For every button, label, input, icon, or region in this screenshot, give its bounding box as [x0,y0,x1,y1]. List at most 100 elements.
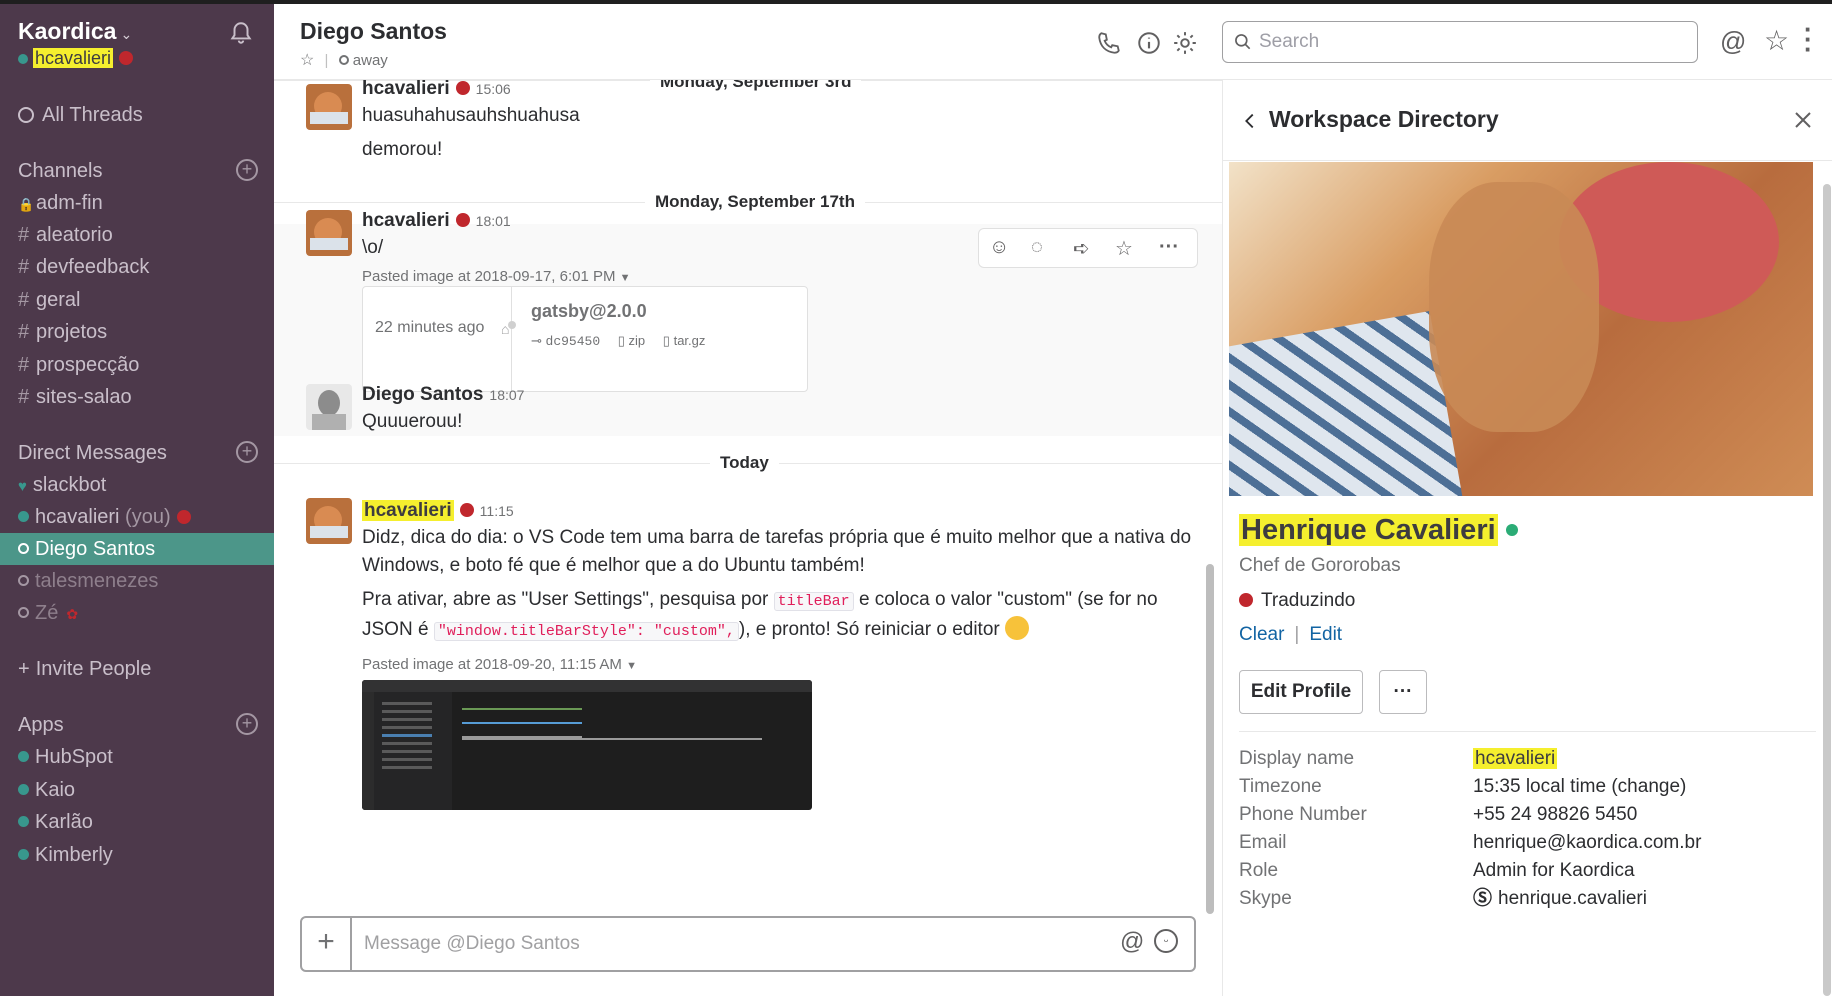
status-emoji-icon [455,81,470,95]
mention-icon[interactable]: @ [1120,928,1144,956]
back-chevron-icon[interactable] [1239,110,1261,132]
search-box[interactable] [1222,21,1698,63]
file-icon: ▯ [662,333,670,348]
hash-icon: # [18,386,30,408]
sidebar-item-diego-santos[interactable]: Diego Santos [18,534,155,564]
sidebar-item-geral[interactable]: # geral [18,285,80,315]
pasted-image-thumbnail[interactable] [362,680,812,810]
add-app-icon[interactable]: + [236,713,258,735]
message-author[interactable]: hcavalieri 15:06 [362,80,511,100]
sidebar-item-hcavalieri[interactable]: hcavalieri (you) [18,502,191,532]
sidebar-item-devfeedback[interactable]: # devfeedback [18,252,149,282]
all-threads[interactable]: All Threads [18,100,143,130]
apps-header[interactable]: Apps [18,710,64,740]
current-user[interactable]: hcavalieri [18,48,134,69]
message-input[interactable] [364,930,1064,958]
search-input[interactable] [1259,28,1679,56]
status-links: Clear | Edit [1239,624,1343,645]
channel-title[interactable]: Diego Santos [300,18,447,45]
release-card[interactable]: 22 minutes ago ⌂ gatsby@2.0.0 ⊸ dc95450 … [362,286,808,392]
card-title[interactable]: gatsby@2.0.0 [531,301,647,322]
more-actions-button[interactable]: ··· [1379,670,1427,714]
sidebar-item-projetos[interactable]: # projetos [18,317,107,347]
avatar[interactable] [306,210,352,256]
sidebar-item-kimberly[interactable]: Kimberly [18,840,113,870]
hash-icon: # [18,256,30,278]
sidebar-item-ze[interactable]: Zé ✿ [18,598,78,628]
phone-icon[interactable] [1096,30,1122,56]
app-label: Kimberly [35,844,113,866]
avatar[interactable] [306,84,352,130]
clear-status-link[interactable]: Clear [1239,624,1284,645]
chevron-down-icon: ⌄ [120,26,133,42]
more-icon[interactable]: ··· [1159,236,1183,260]
sidebar-item-kaio[interactable]: Kaio [18,775,75,805]
edit-status-link[interactable]: Edit [1309,624,1342,645]
message-text: huasuhahusauhshuahusa [362,105,580,126]
message-author[interactable]: hcavalieri 11:15 [362,500,514,522]
sidebar-item-slackbot[interactable]: ♥ slackbot [18,470,106,500]
sidebar-item-karlao[interactable]: Karlão [18,807,93,837]
channels-header[interactable]: Channels [18,156,103,186]
message-author[interactable]: Diego Santos 18:07 [362,384,524,406]
sidebar-item-prospeccao[interactable]: # prospecção [18,350,139,380]
pasted-image-label[interactable]: Pasted image at 2018-09-20, 11:15 AM ▼ [362,656,637,673]
sidebar-item-talesmenezes[interactable]: talesmenezes [18,566,158,596]
info-icon[interactable] [1136,30,1162,56]
star-icon[interactable]: ☆ [1115,236,1139,260]
sidebar-item-hubspot[interactable]: HubSpot [18,742,113,772]
messages-scrollbar[interactable] [1206,564,1214,914]
app-label: Kaio [35,779,76,801]
sidebar-item-aleatorio[interactable]: # aleatorio [18,220,113,250]
attach-plus-icon[interactable]: + [302,918,352,970]
team-switcher[interactable]: Kaordica ⌄ [18,18,132,45]
sidebar-item-sites-salao[interactable]: # sites-salao [18,382,132,412]
mentions-icon[interactable]: @ [1720,26,1750,56]
avatar[interactable] [306,384,352,430]
targz-link[interactable]: tar.gz [674,333,706,348]
message-composer: + @ ᵕ [300,916,1196,972]
emoji-icon[interactable]: ᵕ [1154,929,1178,953]
presence-dot [18,511,29,522]
sidebar: Kaordica ⌄ hcavalieri All Threads Channel… [0,4,274,996]
share-icon[interactable]: ➪ [1073,236,1097,260]
close-icon[interactable] [1791,108,1815,132]
dm-label: hcavalieri [35,506,120,528]
pasted-image-label[interactable]: Pasted image at 2018-09-17, 6:01 PM ▼ [362,268,631,285]
channel-label: sites-salao [36,386,132,408]
message-text: Didz, dica do dia: o VS Code tem uma bar… [362,527,1192,548]
profile-photo [1229,162,1813,496]
add-reaction-icon[interactable]: ☺ [989,236,1013,260]
edit-profile-button[interactable]: Edit Profile [1239,670,1363,714]
message-text: demorou! [362,139,443,160]
caret-down-icon: ▼ [626,660,637,672]
invite-label: Invite People [35,658,152,680]
dm-header[interactable]: Direct Messages [18,438,167,468]
inline-code: "window.titleBarStyle": "custom", [433,622,739,641]
more-vertical-icon[interactable]: · · · [1804,16,1818,62]
zip-link[interactable]: zip [629,333,646,348]
lock-icon: 🔒 [18,197,35,212]
panel-scrollbar[interactable] [1823,184,1831,996]
presence-dot [18,54,28,64]
search-icon [1235,34,1251,50]
starred-icon[interactable]: ☆ [1764,24,1790,56]
date-divider: Monday, September 3rd [650,80,862,92]
avatar[interactable] [306,498,352,544]
star-icon[interactable]: ☆ [300,52,314,69]
add-dm-icon[interactable]: + [236,441,258,463]
sidebar-item-adm-fin[interactable]: 🔒adm-fin [18,188,103,218]
dm-label: talesmenezes [35,570,159,592]
profile-job-title: Chef de Gororobas [1239,555,1401,576]
away-dot [18,543,29,554]
reply-thread-icon[interactable]: ◌ [1031,236,1055,260]
message-author[interactable]: hcavalieri 18:01 [362,210,511,232]
add-channel-icon[interactable]: + [236,159,258,181]
channel-label: adm-fin [36,192,103,214]
presence-dot [18,849,29,860]
bell-icon[interactable] [228,20,254,46]
file-icon: ▯ [617,333,625,348]
gear-icon[interactable] [1172,30,1198,56]
message-text: Pra ativar, abre as "User Settings", pes… [362,589,1158,641]
invite-people[interactable]: + Invite People [18,654,151,684]
